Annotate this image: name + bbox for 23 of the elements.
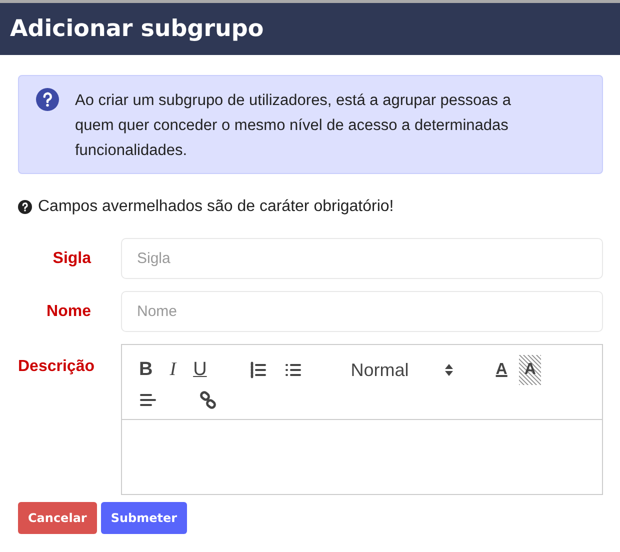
numbered-list-icon: [248, 361, 267, 379]
underline-button[interactable]: U: [188, 355, 212, 385]
info-text: Ao criar um subgrupo de utilizadores, está a agrupar pessoas a quem quer conceder o mesmo nível de acesso a determinadas funcionalidades.: [75, 91, 512, 161]
input-field[interactable]: Nome: [121, 291, 603, 332]
required-note: Campos avermelhados são de caráter obrigatório!: [38, 198, 394, 216]
italic-button[interactable]: I: [164, 355, 182, 385]
bullet-list-icon: [284, 361, 302, 379]
help-icon: [36, 88, 59, 111]
submit-button[interactable]: Submeter: [100, 502, 188, 534]
heading-select[interactable]: Normal: [338, 355, 459, 385]
dialog-title: Adicionar subgrupo: [10, 16, 264, 42]
bold-button[interactable]: B: [134, 355, 158, 385]
up-down-icon: [444, 363, 454, 377]
field-label: Nome: [46, 302, 91, 320]
cancel-button[interactable]: Cancelar: [18, 502, 97, 534]
text-color-button[interactable]: A: [490, 355, 512, 385]
help-icon: [18, 200, 32, 214]
field-label: Sigla: [52, 250, 91, 268]
link-icon: [199, 391, 217, 409]
input-field[interactable]: Sigla: [121, 238, 603, 279]
background-color-button[interactable]: A: [519, 355, 541, 385]
text-editor[interactable]: B I U Normal A A: [121, 344, 603, 495]
align-left-icon: [139, 391, 157, 409]
